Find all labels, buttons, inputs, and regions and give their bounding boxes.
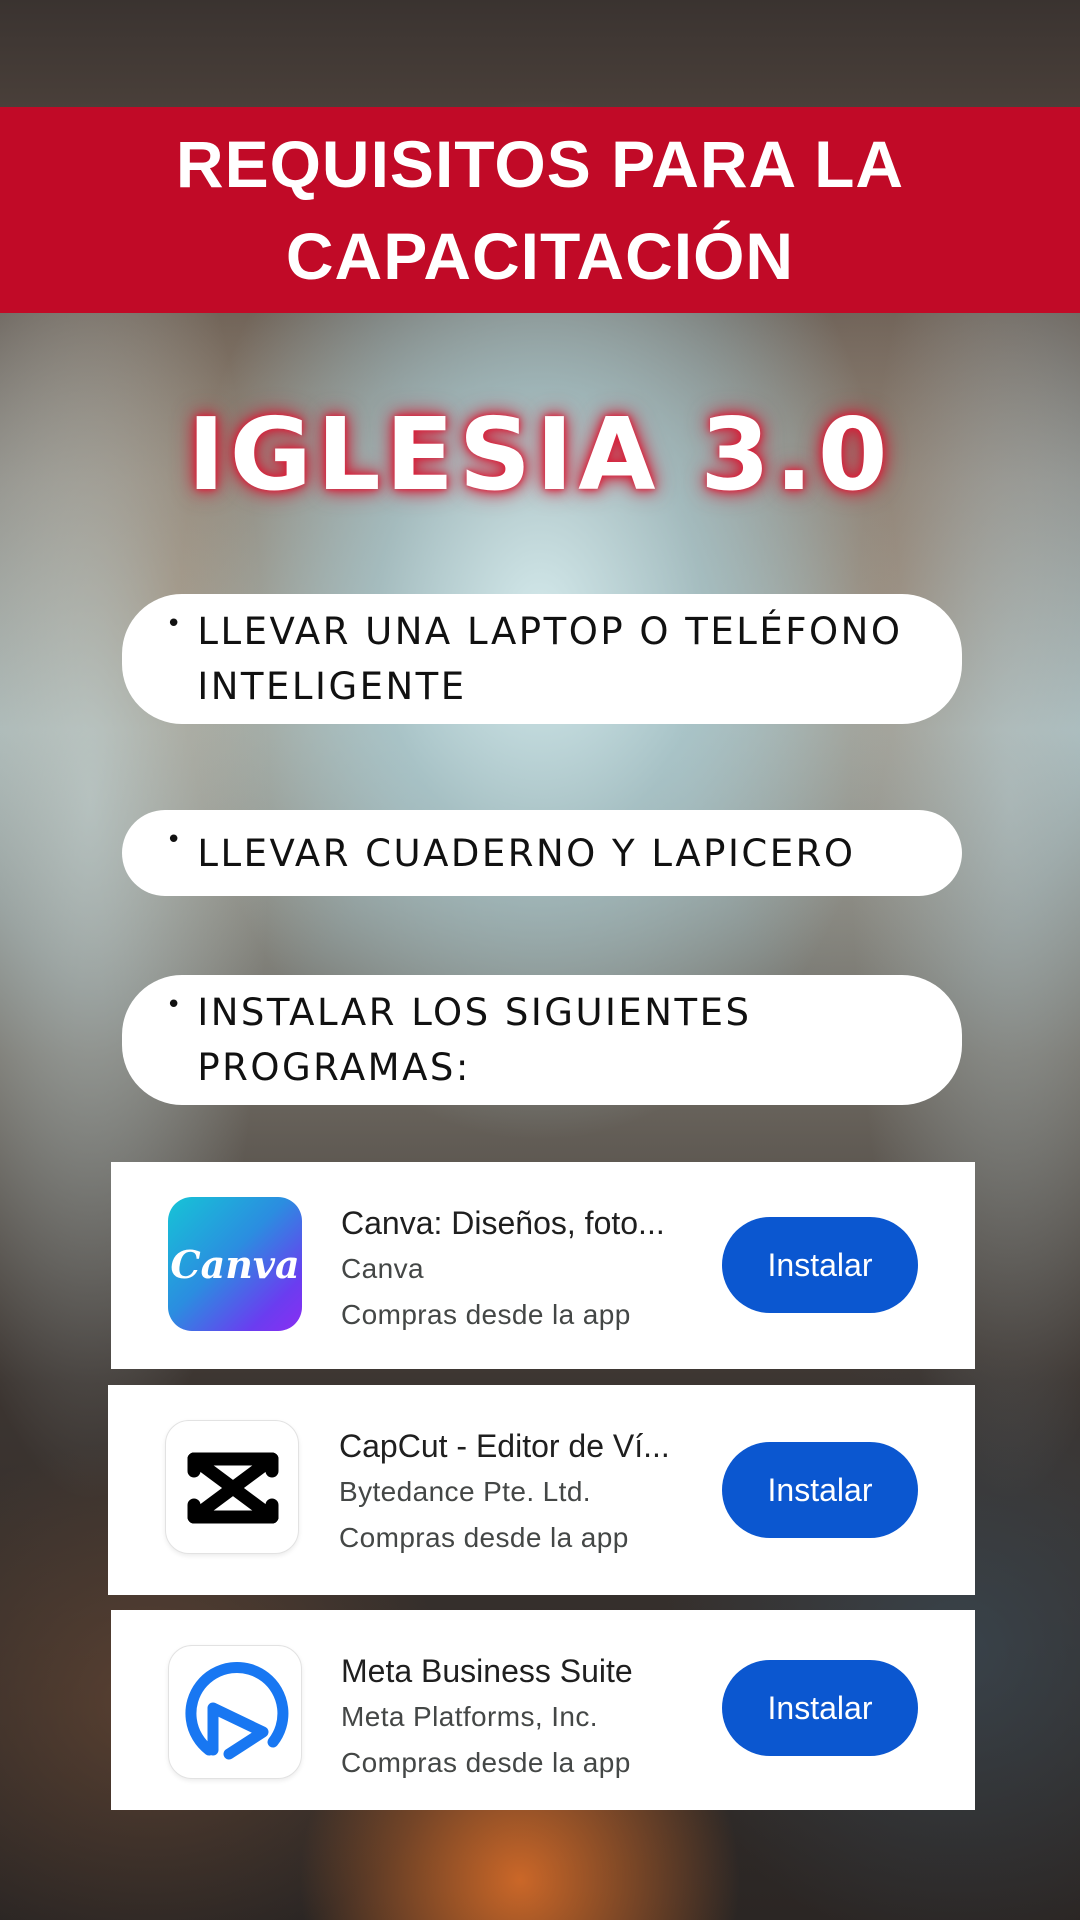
- app-in-app-purchases: Compras desde la app: [341, 1299, 631, 1330]
- requirement-text: INSTALAR LOS SIGUIENTES PROGRAMAS:: [197, 985, 751, 1095]
- header-title-line1: REQUISITOS PARA LA: [175, 127, 905, 201]
- app-developer: Bytedance Pte. Ltd.: [339, 1476, 591, 1507]
- install-button[interactable]: Instalar: [722, 1442, 918, 1538]
- capcut-logo-graphic: [187, 1452, 279, 1524]
- app-info: CapCut - Editor de Ví... Bytedance Pte. …: [339, 1423, 699, 1561]
- install-button[interactable]: Instalar: [722, 1660, 918, 1756]
- app-listing-capcut[interactable]: CapCut - Editor de Ví... Bytedance Pte. …: [108, 1385, 975, 1595]
- requirement-text: LLEVAR UNA LAPTOP O TELÉFONO INTELIGENTE: [197, 604, 902, 714]
- canva-logo-icon: Canva: [168, 1197, 302, 1331]
- header-title: REQUISITOS PARA LA CAPACITACIÓN: [176, 118, 904, 302]
- capcut-logo-icon: [165, 1420, 299, 1554]
- app-developer: Meta Platforms, Inc.: [341, 1701, 598, 1732]
- header-title-line2: CAPACITACIÓN: [285, 219, 795, 293]
- bullet-icon: •: [166, 990, 182, 1020]
- requirement-line: INSTALAR LOS SIGUIENTES: [197, 991, 752, 1034]
- app-listing-canva[interactable]: Canva Canva: Diseños, foto... Canva Comp…: [111, 1162, 975, 1369]
- app-developer: Canva: [341, 1253, 424, 1284]
- bullet-icon: •: [166, 825, 182, 855]
- requirement-line: LLEVAR CUADERNO Y LAPICERO: [197, 831, 856, 875]
- app-in-app-purchases: Compras desde la app: [341, 1747, 631, 1778]
- app-info: Meta Business Suite Meta Platforms, Inc.…: [341, 1648, 701, 1786]
- app-name: CapCut - Editor de Ví...: [339, 1428, 670, 1464]
- requirement-line: PROGRAMAS:: [197, 1046, 471, 1089]
- app-name: Canva: Diseños, foto...: [341, 1205, 665, 1241]
- meta-business-suite-logo-graphic: [185, 1662, 289, 1760]
- event-title: IGLESIA 3.0: [187, 396, 893, 513]
- header-banner: REQUISITOS PARA LA CAPACITACIÓN: [0, 107, 1080, 313]
- canva-logo-text: Canva: [170, 1241, 300, 1287]
- requirement-item-laptop: • LLEVAR UNA LAPTOP O TELÉFONO INTELIGEN…: [122, 594, 962, 724]
- app-listing-meta-business-suite[interactable]: Meta Business Suite Meta Platforms, Inc.…: [111, 1610, 975, 1810]
- requirement-text: LLEVAR CUADERNO Y LAPICERO: [197, 826, 855, 881]
- install-button[interactable]: Instalar: [722, 1217, 918, 1313]
- app-in-app-purchases: Compras desde la app: [339, 1522, 629, 1553]
- app-name: Meta Business Suite: [341, 1653, 633, 1689]
- requirement-item-install-programs: • INSTALAR LOS SIGUIENTES PROGRAMAS:: [122, 975, 962, 1105]
- requirement-line: LLEVAR UNA LAPTOP O TELÉFONO: [197, 610, 903, 653]
- app-info: Canva: Diseños, foto... Canva Compras de…: [341, 1200, 701, 1338]
- bullet-icon: •: [166, 609, 182, 639]
- requirement-item-notebook: • LLEVAR CUADERNO Y LAPICERO: [122, 810, 962, 896]
- requirement-line: INTELIGENTE: [197, 665, 467, 708]
- meta-business-suite-logo-icon: [168, 1645, 302, 1779]
